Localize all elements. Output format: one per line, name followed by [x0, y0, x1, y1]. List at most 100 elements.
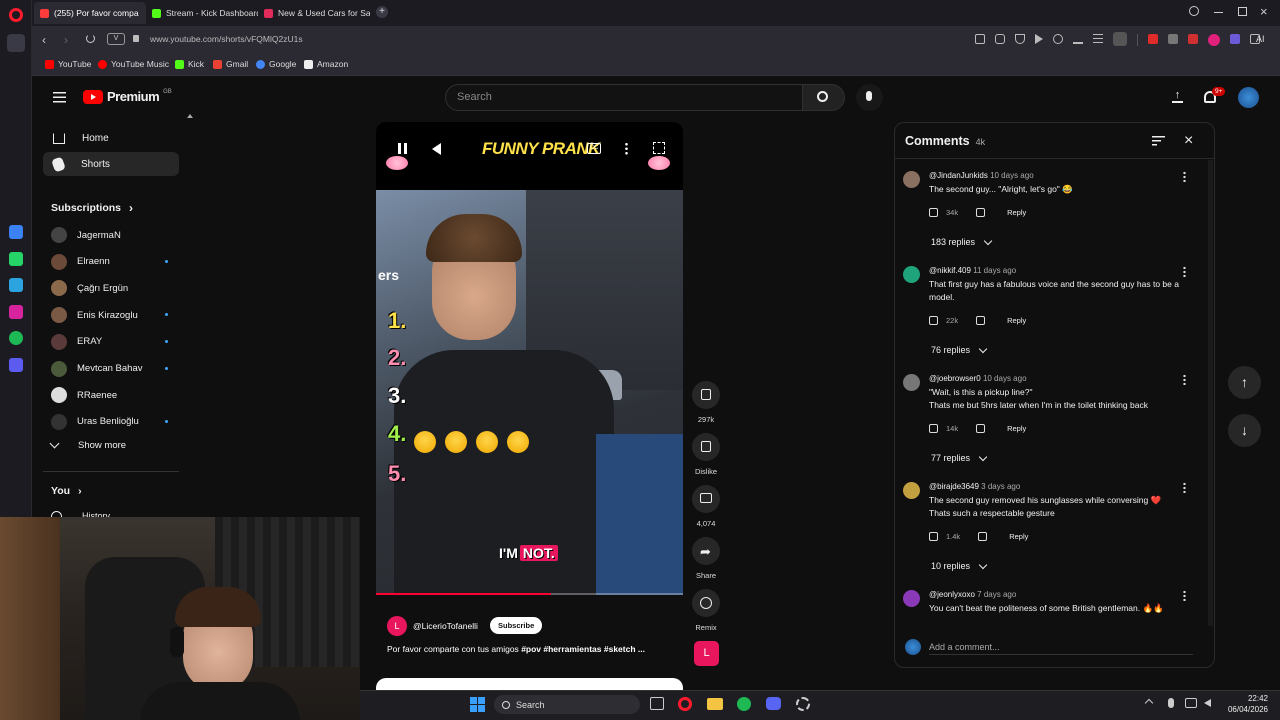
reply-button[interactable]: Reply [1007, 208, 1026, 217]
settings-taskbar-icon[interactable] [796, 697, 810, 711]
thumbs-down-icon[interactable] [976, 424, 986, 433]
channel-avatar-small[interactable]: L [694, 641, 719, 666]
telegram-icon[interactable] [9, 278, 23, 292]
commenter-avatar[interactable] [903, 374, 920, 391]
subscribe-button[interactable]: Subscribe [490, 617, 543, 634]
comment-username[interactable]: @jeonlyxoxo [929, 590, 975, 599]
discord-taskbar-icon[interactable] [766, 697, 781, 710]
extension-dark-icon[interactable] [1168, 34, 1178, 44]
pause-button[interactable] [398, 143, 407, 154]
remix-button[interactable] [692, 589, 720, 617]
bookmark-google[interactable]: Google [256, 59, 296, 69]
camera-icon[interactable] [995, 34, 1005, 44]
opera-taskbar-icon[interactable] [678, 697, 692, 711]
sort-comments-icon[interactable] [1152, 136, 1165, 146]
dislike-button[interactable] [692, 433, 720, 461]
comment-username[interactable]: @nikkif.409 [929, 266, 971, 275]
short-video-player[interactable]: ers [376, 122, 683, 595]
subscription-item[interactable]: RRaenee [51, 387, 117, 404]
subscription-item[interactable]: JagermaN [51, 227, 121, 243]
search-input[interactable]: Search [445, 84, 803, 111]
comment-username[interactable]: @birajde3649 [929, 482, 979, 491]
volume-icon[interactable] [432, 143, 441, 155]
reply-button[interactable]: Reply [1009, 532, 1028, 541]
volume-tray-icon[interactable] [1204, 699, 1211, 707]
view-replies-button[interactable]: 77 replies [931, 452, 988, 463]
network-icon[interactable] [1185, 698, 1197, 708]
search-button[interactable] [803, 84, 845, 111]
thumbs-down-icon[interactable] [976, 316, 986, 325]
task-view-icon[interactable] [650, 697, 664, 710]
subscription-item[interactable]: Elraenn [51, 253, 110, 270]
view-replies-button[interactable]: 183 replies [931, 236, 993, 247]
you-heading[interactable]: You › [51, 485, 82, 497]
commenter-avatar[interactable] [903, 266, 920, 283]
extension-red-icon[interactable] [1148, 34, 1158, 44]
show-more-button[interactable]: Show more [49, 438, 126, 451]
extension-purple-icon[interactable] [1230, 34, 1240, 44]
extension-flag-icon[interactable] [1188, 34, 1198, 44]
play-icon[interactable] [1035, 34, 1043, 44]
messenger-icon[interactable] [9, 225, 23, 239]
bookmark-youtube-music[interactable]: YouTube Music [98, 59, 169, 69]
add-comment-input[interactable]: Add a comment... [929, 642, 1193, 655]
minimize-button[interactable] [1214, 12, 1223, 13]
close-comments-icon[interactable]: × [1184, 132, 1193, 150]
channel-name[interactable]: @LicerioTofanelli [413, 621, 478, 631]
thumbs-up-icon[interactable] [929, 532, 938, 541]
subscription-item[interactable]: ERAY [51, 333, 102, 350]
account-avatar[interactable] [1238, 87, 1259, 108]
like-button[interactable] [692, 381, 720, 409]
commenter-avatar[interactable] [903, 590, 920, 607]
subscription-item[interactable]: Enis Kirazoglu [51, 307, 138, 324]
new-tab-button[interactable]: + [376, 6, 388, 18]
vpn-badge[interactable]: V [107, 33, 125, 45]
comment-menu-icon[interactable] [1183, 374, 1186, 385]
thumbs-up-icon[interactable] [929, 316, 938, 325]
whatsapp-icon[interactable] [9, 252, 23, 266]
snapshot-icon[interactable] [975, 34, 985, 44]
profile-icon[interactable] [1113, 32, 1127, 46]
bookmark-kick[interactable]: Kick [175, 59, 204, 69]
tab-search-icon[interactable] [1189, 6, 1199, 16]
heart-icon[interactable] [1053, 34, 1063, 44]
channel-avatar[interactable]: L [387, 616, 407, 636]
player-icon[interactable] [9, 358, 23, 372]
extension-pink-icon[interactable] [1208, 34, 1220, 46]
thumbs-down-icon[interactable] [976, 208, 986, 217]
forward-icon[interactable]: › [64, 33, 68, 47]
view-replies-button[interactable]: 76 replies [931, 344, 988, 355]
comment-username[interactable]: @joebrowser0 [929, 374, 981, 383]
start-button-icon[interactable] [470, 697, 485, 712]
comment-menu-icon[interactable] [1183, 266, 1186, 277]
commenter-avatar[interactable] [903, 482, 920, 499]
microphone-tray-icon[interactable] [1168, 698, 1174, 708]
close-window-button[interactable]: × [1260, 4, 1268, 19]
reload-icon[interactable] [86, 34, 95, 43]
tab-youtube[interactable]: (255) Por favor compa [34, 2, 146, 24]
comment-username[interactable]: @JindanJunkids [929, 171, 988, 180]
clock[interactable]: 22:42 06/04/2026 [1224, 693, 1268, 715]
tab-kick[interactable]: Stream - Kick Dashboard [146, 2, 258, 24]
bookmark-amazon[interactable]: Amazon [304, 59, 348, 69]
back-icon[interactable]: ‹ [42, 33, 46, 47]
opera-logo-icon[interactable] [9, 8, 23, 22]
shield-icon[interactable] [1015, 34, 1025, 44]
reply-button[interactable]: Reply [1007, 424, 1026, 433]
url-field[interactable]: www.youtube.com/shorts/vFQMlQ2zU1s [150, 34, 303, 44]
spotify-taskbar-icon[interactable] [737, 697, 751, 711]
fullscreen-icon[interactable] [653, 142, 665, 154]
tab-cars[interactable]: New & Used Cars for Sale [258, 2, 370, 24]
commenter-avatar[interactable] [903, 171, 920, 188]
home-sidebar-icon[interactable] [7, 34, 25, 52]
comment-menu-icon[interactable] [1183, 590, 1186, 601]
voice-search-button[interactable] [856, 84, 883, 111]
reply-button[interactable]: Reply [1007, 316, 1026, 325]
sidebar-item-home[interactable]: Home [43, 126, 179, 150]
thumbs-up-icon[interactable] [929, 208, 938, 217]
taskbar-search[interactable]: Search [494, 695, 640, 714]
comments-button[interactable] [692, 485, 720, 513]
share-button[interactable]: ➦ [692, 537, 720, 565]
view-replies-button[interactable]: 10 replies [931, 560, 988, 571]
download-icon[interactable] [1073, 34, 1083, 44]
